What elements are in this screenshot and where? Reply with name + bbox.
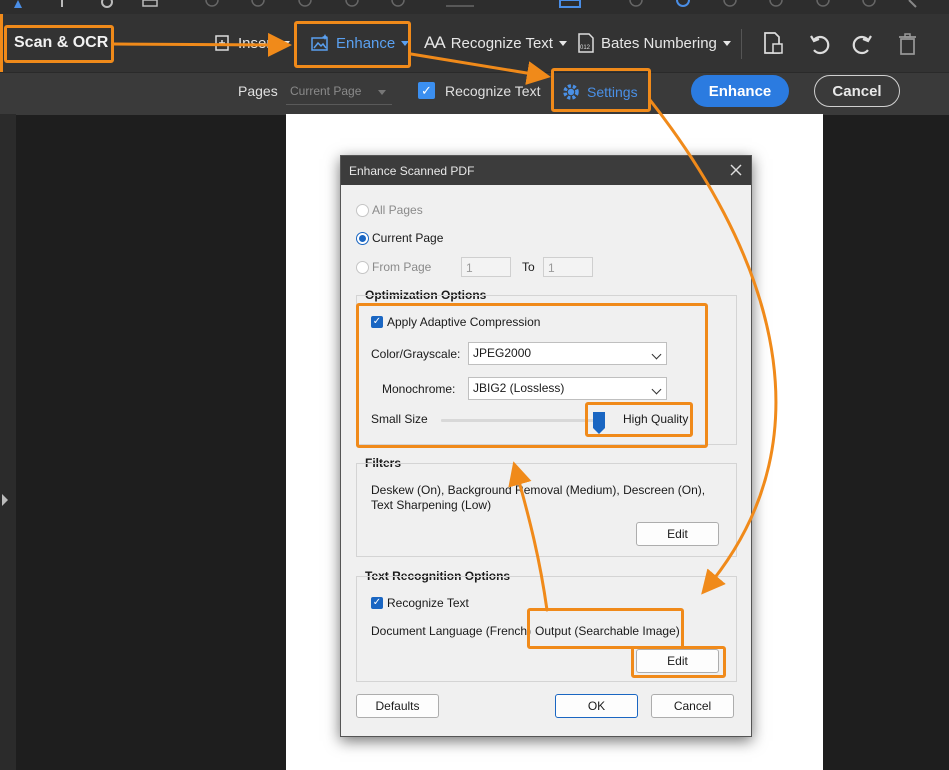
- annotation-arrows: [112, 32, 778, 612]
- arrow-to-settings: [409, 52, 551, 85]
- arrow-to-enhance: [112, 32, 292, 57]
- arrow-to-optimization: [508, 461, 549, 612]
- arrow-to-edit: [648, 98, 778, 595]
